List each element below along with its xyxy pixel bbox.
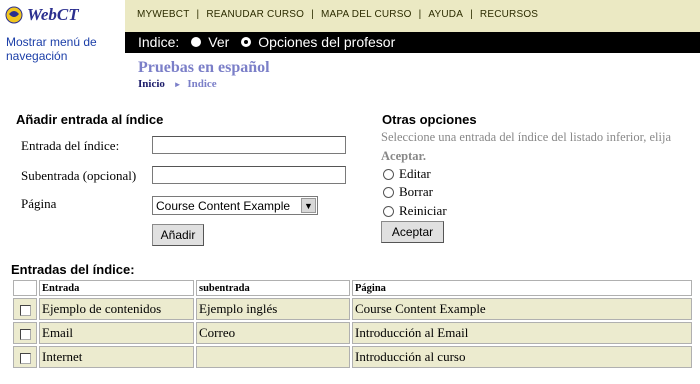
edit-radio[interactable] (383, 168, 394, 180)
entry-input[interactable] (152, 136, 346, 154)
add-button[interactable]: Añadir (152, 224, 204, 246)
breadcrumb-current: Indice (187, 78, 217, 90)
view-mode-selector: Indice: Ver Opciones del profesor (138, 34, 395, 50)
option-edit-label: Editar (399, 166, 431, 181)
cell-entrada: Ejemplo de contenidos (39, 298, 194, 320)
cell-entrada: Internet (39, 346, 194, 368)
page-title: Pruebas en español (138, 59, 270, 76)
menu-recursos[interactable]: RECURSOS (480, 9, 538, 20)
table-row: Email Correo Introducción al Email (13, 322, 692, 344)
view-mode-label: Indice: (138, 34, 180, 50)
page-select[interactable]: Course Content Example ▼ (152, 196, 318, 215)
other-options-heading: Otras opciones (382, 112, 477, 127)
table-row: Internet Introducción al curso (13, 346, 692, 368)
page-select-value: Course Content Example (156, 198, 291, 213)
row-checkbox-cell (13, 322, 37, 344)
option-reset-label: Reiniciar (399, 203, 447, 218)
option-edit[interactable]: Editar (383, 166, 431, 182)
table-row: Ejemplo de contenidos Ejemplo inglés Cou… (13, 298, 692, 320)
menu-mywebct[interactable]: MYWEBCT (137, 9, 190, 20)
subentry-input[interactable] (152, 166, 346, 184)
breadcrumb-home-link[interactable]: Inicio (138, 78, 165, 90)
table-header-row: Entrada subentrada Página (13, 280, 692, 296)
option-delete[interactable]: Borrar (383, 184, 433, 200)
cell-subentrada: Ejemplo inglés (196, 298, 350, 320)
select-column-header (13, 280, 37, 296)
webct-logo[interactable]: WebCT (4, 4, 79, 26)
option-delete-label: Borrar (399, 184, 433, 199)
show-navigation-menu-link[interactable]: Mostrar menú de navegación (6, 35, 118, 63)
webct-logo-icon (5, 6, 23, 24)
row-checkbox-cell (13, 346, 37, 368)
cell-pagina: Introducción al Email (352, 322, 692, 344)
subentry-label: Subentrada (opcional) (21, 168, 137, 183)
row-checkbox[interactable] (19, 328, 31, 340)
menu-reanudar-curso[interactable]: REANUDAR CURSO (206, 9, 304, 20)
instructor-options-radio-label[interactable]: Opciones del profesor (258, 34, 395, 50)
accept-button[interactable]: Aceptar (381, 221, 444, 243)
view-radio[interactable] (191, 37, 202, 47)
other-options-description: Seleccione una entrada del índice del li… (381, 130, 672, 144)
row-checkbox-cell (13, 298, 37, 320)
cell-subentrada (196, 346, 350, 368)
column-header-entrada: Entrada (39, 280, 194, 296)
menu-ayuda[interactable]: AYUDA (428, 9, 463, 20)
column-header-pagina: Página (352, 280, 692, 296)
reset-radio[interactable] (383, 205, 394, 217)
row-checkbox[interactable] (19, 352, 31, 364)
breadcrumb: Inicio ► Indice (138, 78, 217, 90)
breadcrumb-arrow-icon: ► (173, 80, 182, 89)
entries-heading: Entradas del índice: (11, 262, 135, 277)
webct-brand: WebCT (27, 5, 79, 24)
cell-entrada: Email (39, 322, 194, 344)
other-options-accept-hint: Aceptar. (381, 149, 427, 163)
add-entry-heading: Añadir entrada al índice (16, 112, 164, 127)
delete-radio[interactable] (383, 186, 394, 198)
cell-pagina: Introducción al curso (352, 346, 692, 368)
option-reset[interactable]: Reiniciar (383, 203, 447, 219)
top-menu: MYWEBCT | REANUDAR CURSO | MAPA DEL CURSO | AY… (137, 9, 539, 20)
instructor-options-radio[interactable] (241, 37, 252, 47)
row-checkbox[interactable] (19, 304, 31, 316)
page-label: Página (21, 196, 57, 211)
entries-table: Entrada subentrada Página Ejemplo de con… (11, 278, 692, 372)
entry-label: Entrada del índice: (21, 138, 120, 153)
view-radio-label[interactable]: Ver (208, 34, 229, 50)
chevron-down-icon[interactable]: ▼ (301, 198, 316, 213)
cell-pagina: Course Content Example (352, 298, 692, 320)
column-header-subentrada: subentrada (196, 280, 350, 296)
menu-mapa-del-curso[interactable]: MAPA DEL CURSO (321, 9, 412, 20)
cell-subentrada: Correo (196, 322, 350, 344)
